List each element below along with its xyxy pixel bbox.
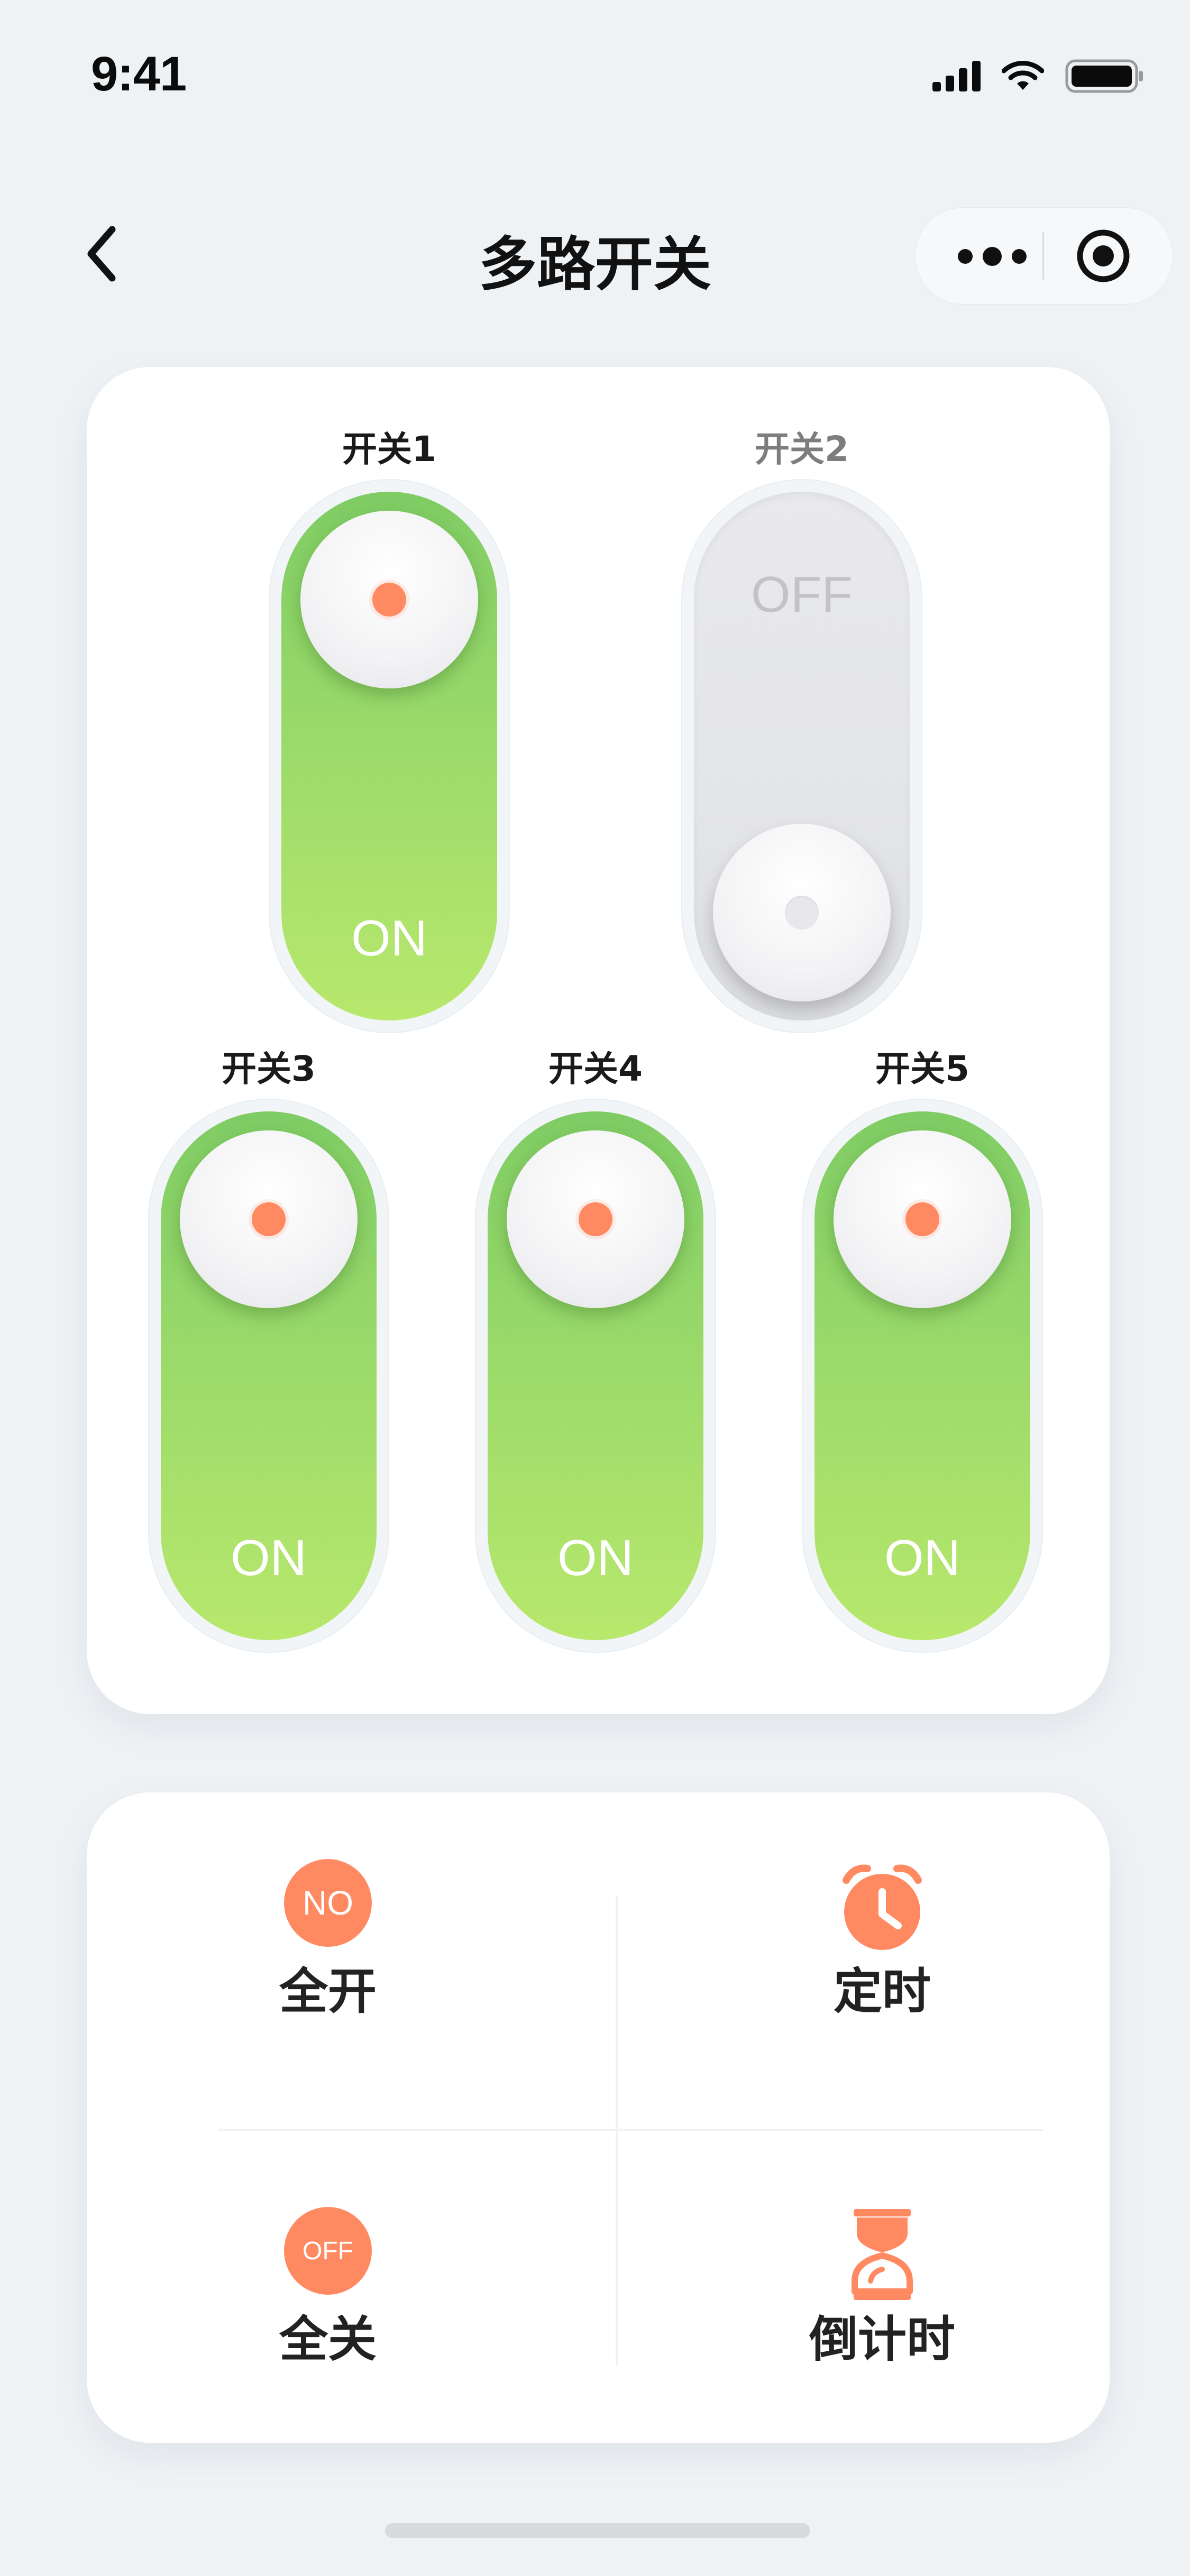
target-circle-icon bbox=[1077, 229, 1130, 282]
switch-5[interactable]: 开关5 ON bbox=[802, 1041, 1043, 1653]
hourglass-icon bbox=[852, 2209, 913, 2300]
action-label: 倒计时 bbox=[809, 2311, 955, 2368]
switch-knob[interactable] bbox=[713, 824, 891, 1001]
home-indicator[interactable] bbox=[385, 2523, 810, 2538]
action-label: 全关 bbox=[279, 2311, 377, 2368]
action-label: 全开 bbox=[279, 1963, 377, 2020]
switch-state: ON bbox=[557, 1530, 634, 1586]
switch-label: 开关1 bbox=[342, 429, 436, 470]
close-miniprogram-button[interactable] bbox=[1074, 227, 1132, 285]
switch-label: 开关4 bbox=[548, 1048, 643, 1089]
power-on-icon: NO bbox=[284, 1859, 372, 1947]
cellular-signal-icon bbox=[932, 61, 981, 91]
more-dots-icon bbox=[958, 247, 1027, 266]
switch-body: ON bbox=[475, 1099, 716, 1653]
switch-track: ON bbox=[488, 1111, 703, 1640]
switch-1[interactable]: 开关1 ON bbox=[269, 421, 510, 1033]
capsule-divider bbox=[1042, 232, 1044, 280]
wifi-icon bbox=[1002, 61, 1044, 90]
switch-state: ON bbox=[351, 910, 427, 967]
switch-label: 开关2 bbox=[755, 429, 849, 470]
switch-knob[interactable] bbox=[507, 1130, 684, 1308]
switch-knob[interactable] bbox=[180, 1130, 358, 1308]
mini-program-capsule bbox=[915, 207, 1173, 305]
indicator-dot-icon bbox=[579, 1202, 612, 1236]
switch-track: ON bbox=[161, 1111, 377, 1640]
switch-body: OFF bbox=[681, 479, 922, 1033]
status-time: 9:41 bbox=[91, 47, 187, 101]
switch-state: ON bbox=[231, 1530, 307, 1586]
switch-body: ON bbox=[148, 1099, 389, 1653]
countdown-button[interactable]: 倒计时 bbox=[745, 2207, 1020, 2370]
switch-body: ON bbox=[269, 479, 510, 1033]
action-label: 定时 bbox=[833, 1963, 931, 2020]
all-off-button[interactable]: OFF 全关 bbox=[190, 2207, 465, 2370]
alarm-clock-icon bbox=[843, 1864, 922, 1950]
switch-2[interactable]: 开关2 OFF bbox=[681, 421, 922, 1033]
indicator-dot-icon bbox=[252, 1202, 286, 1236]
switch-body: ON bbox=[802, 1099, 1043, 1653]
grid-divider-horizontal bbox=[218, 2129, 1043, 2131]
all-on-button[interactable]: NO 全开 bbox=[190, 1859, 465, 2022]
timer-button[interactable]: 定时 bbox=[745, 1859, 1020, 2022]
switch-track: ON bbox=[814, 1111, 1030, 1640]
switch-label: 开关5 bbox=[875, 1048, 969, 1089]
indicator-dot-icon bbox=[372, 583, 406, 617]
indicator-dot-icon bbox=[905, 1202, 939, 1236]
switch-state: OFF bbox=[751, 566, 853, 623]
indicator-dot-icon bbox=[785, 896, 819, 930]
power-off-icon: OFF bbox=[284, 2207, 372, 2295]
switch-track: OFF bbox=[694, 492, 910, 1020]
battery-icon bbox=[1065, 59, 1143, 93]
switch-4[interactable]: 开关4 ON bbox=[475, 1041, 716, 1653]
switch-knob[interactable] bbox=[834, 1130, 1011, 1308]
status-icons bbox=[932, 59, 1145, 93]
switch-label: 开关3 bbox=[222, 1048, 316, 1089]
switch-track: ON bbox=[281, 492, 497, 1020]
switch-3[interactable]: 开关3 ON bbox=[148, 1041, 389, 1653]
more-button[interactable] bbox=[953, 241, 1032, 272]
switch-knob[interactable] bbox=[300, 511, 478, 688]
grid-divider-vertical bbox=[616, 1896, 618, 2366]
switch-state: ON bbox=[884, 1530, 960, 1586]
